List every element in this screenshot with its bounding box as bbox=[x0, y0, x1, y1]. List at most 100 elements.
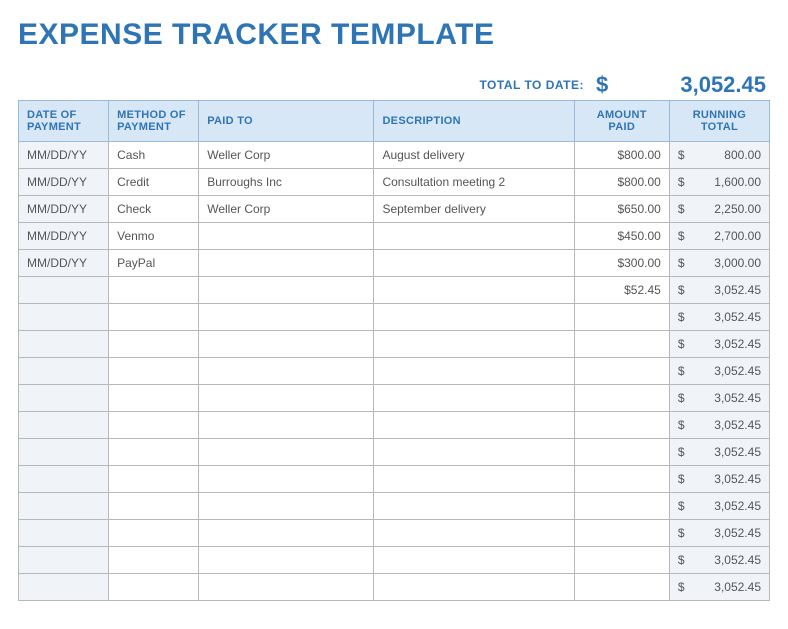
cell-paid-to[interactable] bbox=[199, 277, 374, 304]
cell-date[interactable] bbox=[19, 385, 109, 412]
cell-method[interactable]: Venmo bbox=[109, 223, 199, 250]
cell-date[interactable]: MM/DD/YY bbox=[19, 169, 109, 196]
cell-amount[interactable] bbox=[574, 547, 669, 574]
cell-method[interactable] bbox=[109, 574, 199, 601]
cell-paid-to[interactable] bbox=[199, 466, 374, 493]
cell-method[interactable] bbox=[109, 520, 199, 547]
cell-amount[interactable]: $800.00 bbox=[574, 169, 669, 196]
cell-paid-to[interactable] bbox=[199, 250, 374, 277]
cell-date[interactable] bbox=[19, 331, 109, 358]
cell-description[interactable] bbox=[374, 574, 574, 601]
cell-method[interactable] bbox=[109, 304, 199, 331]
cell-date[interactable]: MM/DD/YY bbox=[19, 250, 109, 277]
cell-paid-to[interactable] bbox=[199, 331, 374, 358]
cell-paid-to[interactable] bbox=[199, 412, 374, 439]
cell-paid-to[interactable]: Weller Corp bbox=[199, 142, 374, 169]
cell-paid-to[interactable] bbox=[199, 493, 374, 520]
cell-running-total: $2,700.00 bbox=[669, 223, 769, 250]
cell-method[interactable]: Cash bbox=[109, 142, 199, 169]
cell-date[interactable] bbox=[19, 439, 109, 466]
table-row: $3,052.45 bbox=[19, 493, 770, 520]
cell-description[interactable] bbox=[374, 331, 574, 358]
cell-amount[interactable] bbox=[574, 493, 669, 520]
cell-description[interactable] bbox=[374, 223, 574, 250]
running-currency: $ bbox=[678, 229, 685, 243]
cell-paid-to[interactable] bbox=[199, 385, 374, 412]
cell-paid-to[interactable] bbox=[199, 223, 374, 250]
cell-date[interactable] bbox=[19, 574, 109, 601]
cell-date[interactable] bbox=[19, 277, 109, 304]
cell-description[interactable] bbox=[374, 547, 574, 574]
cell-date[interactable] bbox=[19, 547, 109, 574]
cell-paid-to[interactable] bbox=[199, 520, 374, 547]
cell-description[interactable] bbox=[374, 385, 574, 412]
cell-date[interactable] bbox=[19, 466, 109, 493]
cell-method[interactable]: Check bbox=[109, 196, 199, 223]
col-header-paid-to: PAID TO bbox=[199, 101, 374, 142]
cell-method[interactable] bbox=[109, 439, 199, 466]
cell-amount[interactable] bbox=[574, 574, 669, 601]
cell-date[interactable] bbox=[19, 493, 109, 520]
cell-amount[interactable] bbox=[574, 331, 669, 358]
cell-amount[interactable] bbox=[574, 304, 669, 331]
running-value: 3,000.00 bbox=[714, 256, 761, 270]
cell-description[interactable] bbox=[374, 358, 574, 385]
cell-paid-to[interactable] bbox=[199, 547, 374, 574]
cell-amount[interactable] bbox=[574, 385, 669, 412]
cell-paid-to[interactable] bbox=[199, 574, 374, 601]
cell-description[interactable] bbox=[374, 250, 574, 277]
col-header-description: DESCRIPTION bbox=[374, 101, 574, 142]
cell-date[interactable]: MM/DD/YY bbox=[19, 196, 109, 223]
cell-description[interactable] bbox=[374, 493, 574, 520]
cell-amount[interactable] bbox=[574, 358, 669, 385]
page-title: EXPENSE TRACKER TEMPLATE bbox=[18, 18, 770, 52]
cell-paid-to[interactable] bbox=[199, 358, 374, 385]
cell-method[interactable] bbox=[109, 466, 199, 493]
expense-table: DATE OF PAYMENT METHOD OF PAYMENT PAID T… bbox=[18, 100, 770, 601]
cell-method[interactable] bbox=[109, 412, 199, 439]
cell-amount[interactable]: $52.45 bbox=[574, 277, 669, 304]
cell-date[interactable]: MM/DD/YY bbox=[19, 223, 109, 250]
table-header-row: DATE OF PAYMENT METHOD OF PAYMENT PAID T… bbox=[19, 101, 770, 142]
cell-date[interactable]: MM/DD/YY bbox=[19, 142, 109, 169]
cell-description[interactable] bbox=[374, 412, 574, 439]
col-header-running: RUNNING TOTAL bbox=[669, 101, 769, 142]
cell-method[interactable] bbox=[109, 385, 199, 412]
running-value: 3,052.45 bbox=[714, 499, 761, 513]
cell-method[interactable]: Credit bbox=[109, 169, 199, 196]
cell-method[interactable]: PayPal bbox=[109, 250, 199, 277]
cell-description[interactable] bbox=[374, 304, 574, 331]
cell-amount[interactable] bbox=[574, 520, 669, 547]
cell-date[interactable] bbox=[19, 520, 109, 547]
cell-paid-to[interactable] bbox=[199, 304, 374, 331]
cell-method[interactable] bbox=[109, 493, 199, 520]
cell-method[interactable] bbox=[109, 277, 199, 304]
cell-paid-to[interactable]: Weller Corp bbox=[199, 196, 374, 223]
cell-method[interactable] bbox=[109, 547, 199, 574]
cell-amount[interactable]: $650.00 bbox=[574, 196, 669, 223]
cell-date[interactable] bbox=[19, 412, 109, 439]
cell-method[interactable] bbox=[109, 358, 199, 385]
cell-date[interactable] bbox=[19, 304, 109, 331]
cell-amount[interactable]: $450.00 bbox=[574, 223, 669, 250]
cell-date[interactable] bbox=[19, 358, 109, 385]
cell-amount[interactable] bbox=[574, 466, 669, 493]
cell-description[interactable]: Consultation meeting 2 bbox=[374, 169, 574, 196]
cell-paid-to[interactable]: Burroughs Inc bbox=[199, 169, 374, 196]
cell-description[interactable] bbox=[374, 277, 574, 304]
cell-description[interactable]: September delivery bbox=[374, 196, 574, 223]
cell-description[interactable] bbox=[374, 466, 574, 493]
cell-amount[interactable] bbox=[574, 412, 669, 439]
cell-amount[interactable]: $800.00 bbox=[574, 142, 669, 169]
table-row: $3,052.45 bbox=[19, 439, 770, 466]
cell-description[interactable] bbox=[374, 520, 574, 547]
cell-method[interactable] bbox=[109, 331, 199, 358]
cell-amount[interactable]: $300.00 bbox=[574, 250, 669, 277]
cell-description[interactable]: August delivery bbox=[374, 142, 574, 169]
table-row: MM/DD/YYPayPal$300.00$3,000.00 bbox=[19, 250, 770, 277]
table-row: $3,052.45 bbox=[19, 331, 770, 358]
cell-description[interactable] bbox=[374, 439, 574, 466]
running-value: 3,052.45 bbox=[714, 553, 761, 567]
cell-paid-to[interactable] bbox=[199, 439, 374, 466]
cell-amount[interactable] bbox=[574, 439, 669, 466]
